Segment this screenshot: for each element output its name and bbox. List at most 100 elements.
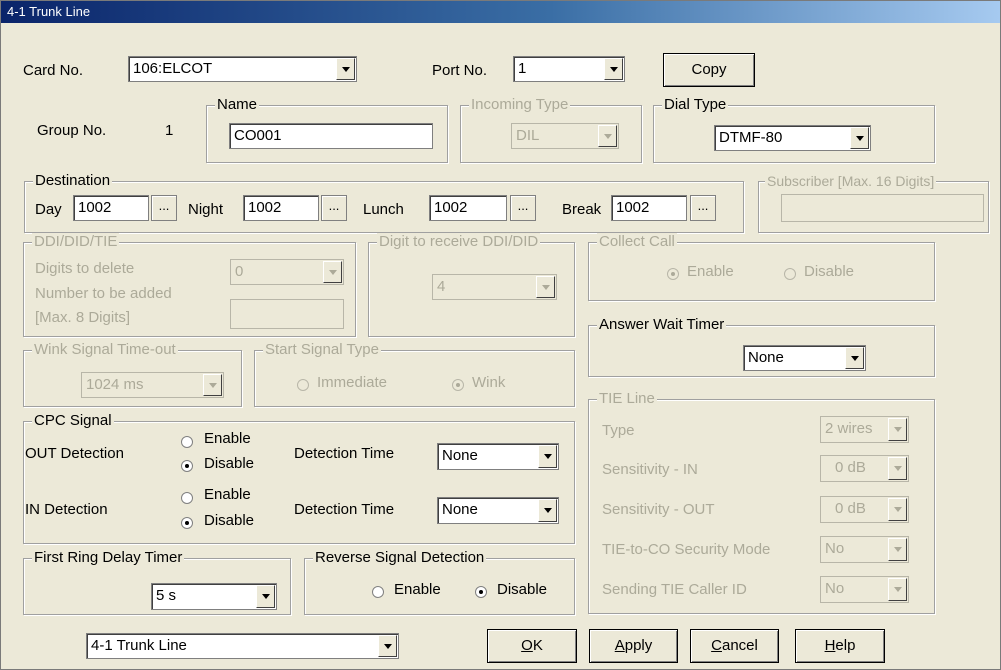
reverse-enable-radio[interactable]	[372, 586, 384, 598]
chevron-down-icon[interactable]	[336, 58, 355, 80]
digits-to-delete-select: 0	[230, 259, 344, 285]
tie-caller-id-label: Sending TIE Caller ID	[602, 581, 747, 598]
in-detection-label: IN Detection	[25, 501, 108, 518]
tie-line-legend: TIE Line	[597, 390, 657, 408]
wink-value: 1024 ms	[86, 376, 144, 393]
title-bar: 4-1 Trunk Line	[1, 1, 1000, 23]
tie-line-group: TIE Line Type 2 wires Sensitivity - IN 0…	[588, 390, 935, 614]
night-browse-button[interactable]: ...	[321, 195, 347, 221]
name-legend: Name	[215, 96, 260, 114]
start-signal-immediate-label: Immediate	[317, 374, 388, 391]
group-no-value: 1	[165, 122, 174, 139]
first-ring-group: First Ring Delay Timer 5 s	[23, 549, 291, 615]
reverse-disable-label: Disable	[497, 581, 548, 598]
incoming-type-legend: Incoming Type	[469, 96, 571, 114]
digits-to-delete-value: 0	[235, 263, 244, 280]
dial-type-select[interactable]: DTMF-80	[714, 125, 871, 151]
break-browse-button[interactable]: ...	[690, 195, 716, 221]
chevron-down-icon[interactable]	[378, 635, 397, 657]
first-ring-legend: First Ring Delay Timer	[32, 549, 185, 567]
destination-group: Destination Day 1002 ... Night 1002 ... …	[24, 172, 744, 233]
answer-wait-group: Answer Wait Timer None	[588, 316, 935, 377]
port-no-value: 1	[518, 60, 527, 77]
digit-receive-select: 4	[432, 274, 557, 300]
in-detection-time-select[interactable]: None	[437, 497, 559, 524]
first-ring-value: 5 s	[156, 587, 177, 604]
card-no-select[interactable]: 106:ELCOT	[128, 56, 357, 82]
out-disable-radio[interactable]	[181, 460, 193, 472]
tie-security-select: No	[820, 536, 909, 563]
start-signal-legend: Start Signal Type	[263, 341, 381, 359]
answer-wait-legend: Answer Wait Timer	[597, 316, 727, 334]
copy-button[interactable]: Copy	[663, 53, 755, 87]
subscriber-input	[781, 194, 984, 222]
night-input[interactable]: 1002	[243, 195, 319, 221]
in-disable-label: Disable	[204, 512, 255, 529]
name-input[interactable]: CO001	[229, 123, 433, 149]
collect-call-disable-label: Disable	[804, 263, 855, 280]
sensitivity-out-label: Sensitivity - OUT	[602, 501, 715, 518]
first-ring-select[interactable]: 5 s	[151, 583, 277, 610]
in-disable-radio[interactable]	[181, 517, 193, 529]
browse-label: ...	[517, 198, 529, 213]
destination-legend: Destination	[33, 172, 113, 190]
lunch-label: Lunch	[363, 201, 404, 218]
subscriber-legend: Subscriber [Max. 16 Digits]	[765, 172, 937, 190]
ok-button[interactable]: OK	[487, 629, 577, 663]
tie-security-value: No	[825, 540, 845, 557]
lunch-input[interactable]: 1002	[429, 195, 507, 221]
chevron-down-icon	[888, 418, 907, 441]
screen-select[interactable]: 4-1 Trunk Line	[86, 633, 399, 659]
chevron-down-icon	[598, 125, 617, 147]
reverse-disable-radio[interactable]	[475, 586, 487, 598]
chevron-down-icon[interactable]	[604, 58, 623, 80]
out-enable-radio[interactable]	[181, 436, 193, 448]
incoming-type-select: DIL	[511, 123, 619, 149]
out-detection-label: OUT Detection	[25, 445, 124, 462]
digit-receive-group: Digit to receive DDI/DID 4	[368, 233, 575, 337]
start-signal-group: Start Signal Type Immediate Wink	[254, 341, 575, 407]
out-disable-label: Disable	[204, 455, 255, 472]
sensitivity-in-value: 0 dB	[835, 459, 866, 476]
break-input[interactable]: 1002	[611, 195, 687, 221]
out-enable-label: Enable	[204, 430, 251, 447]
out-detection-time-select[interactable]: None	[437, 443, 559, 470]
ddi-legend: DDI/DID/TIE	[32, 233, 120, 251]
sensitivity-in-label: Sensitivity - IN	[602, 461, 698, 478]
cpc-group: CPC Signal OUT Detection Enable Disable …	[23, 412, 575, 544]
wink-group: Wink Signal Time-out 1024 ms	[23, 341, 242, 407]
in-enable-radio[interactable]	[181, 492, 193, 504]
reverse-enable-label: Enable	[394, 581, 441, 598]
apply-button[interactable]: Apply	[589, 629, 678, 663]
day-label: Day	[35, 201, 62, 218]
day-input[interactable]: 1002	[73, 195, 149, 221]
start-signal-wink-radio	[452, 379, 464, 391]
port-no-select[interactable]: 1	[513, 56, 625, 82]
chevron-down-icon[interactable]	[850, 127, 869, 149]
digits-to-delete-label: Digits to delete	[35, 260, 135, 277]
chevron-down-icon	[203, 374, 222, 396]
day-browse-button[interactable]: ...	[151, 195, 177, 221]
chevron-down-icon[interactable]	[538, 499, 557, 522]
sensitivity-out-value: 0 dB	[835, 500, 866, 517]
cancel-button[interactable]: Cancel	[690, 629, 779, 663]
chevron-down-icon[interactable]	[256, 585, 275, 608]
port-no-label: Port No.	[432, 62, 488, 79]
collect-call-disable-radio	[784, 268, 796, 280]
tie-caller-id-select: No	[820, 576, 909, 603]
tie-type-value: 2 wires	[825, 420, 873, 437]
break-label: Break	[562, 201, 602, 218]
night-label: Night	[188, 201, 224, 218]
answer-wait-select[interactable]: None	[743, 345, 866, 371]
trunk-line-dialog: 4-1 Trunk Line Card No. 106:ELCOT Port N…	[0, 0, 1001, 670]
collect-call-enable-radio	[667, 268, 679, 280]
chevron-down-icon[interactable]	[845, 347, 864, 369]
group-no-label: Group No.	[37, 122, 107, 139]
chevron-down-icon[interactable]	[538, 445, 557, 468]
chevron-down-icon	[888, 498, 907, 521]
help-button[interactable]: Help	[795, 629, 885, 663]
dial-type-group: Dial Type DTMF-80	[653, 96, 935, 163]
lunch-browse-button[interactable]: ...	[510, 195, 536, 221]
chevron-down-icon	[888, 457, 907, 480]
incoming-type-group: Incoming Type DIL	[460, 96, 642, 163]
